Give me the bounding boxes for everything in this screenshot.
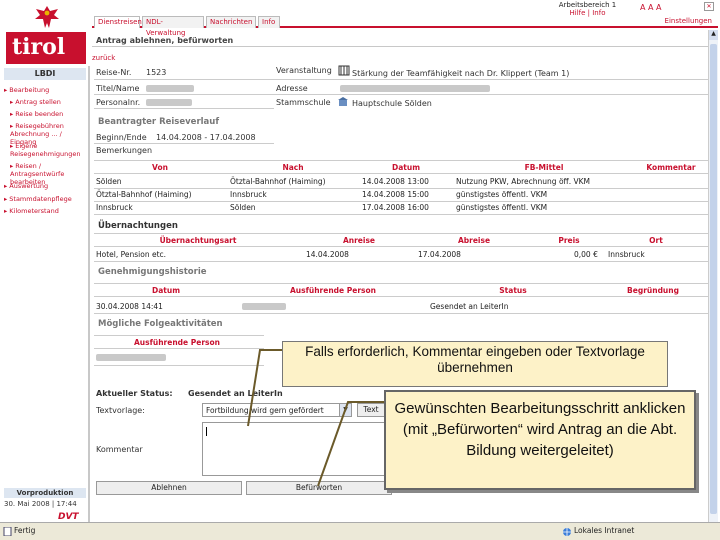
callout-kommentar-hint: Falls erforderlich, Kommentar eingeben o…: [282, 341, 668, 387]
callout-befuerworten-hint: Gewünschten Bearbeitungsschritt anklicke…: [384, 390, 696, 490]
page-icon: [3, 527, 12, 536]
intranet-icon: [563, 528, 571, 536]
status-text: Fertig: [14, 526, 36, 535]
zone-text: Lokales Intranet: [574, 526, 635, 535]
browser-status-bar: Fertig Lokales Intranet: [0, 522, 720, 540]
